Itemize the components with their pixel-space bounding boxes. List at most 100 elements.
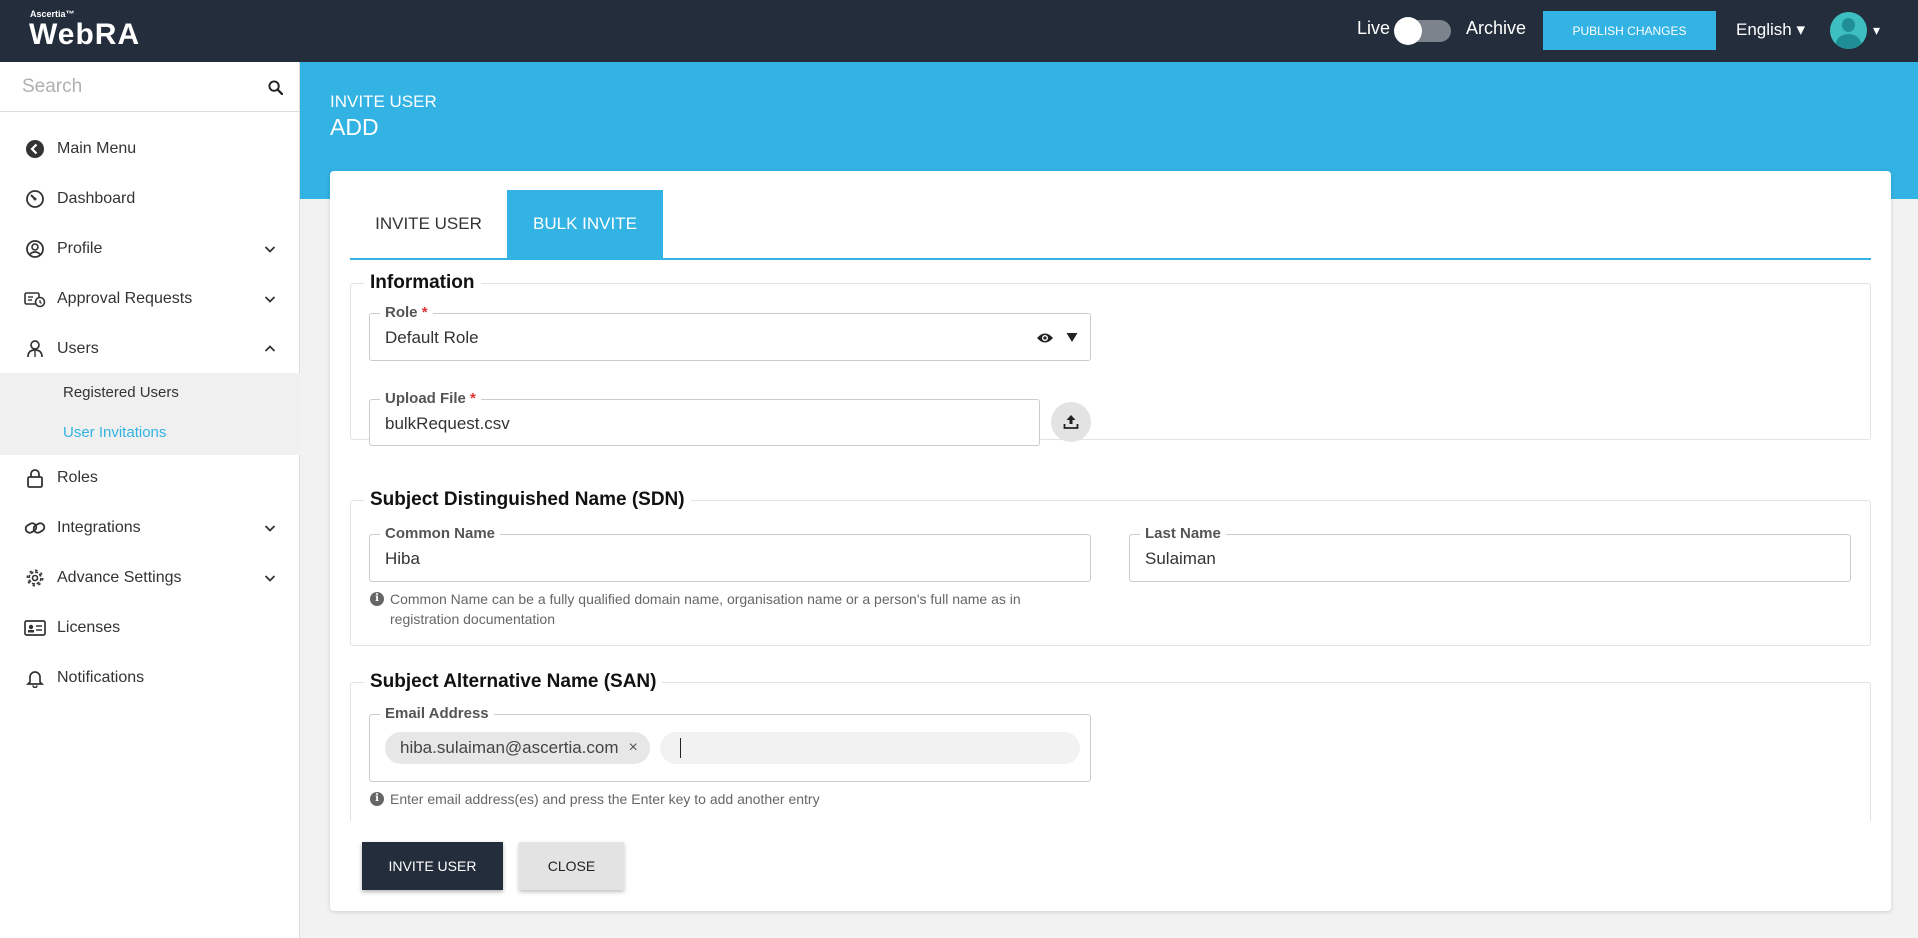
users-submenu: Registered Users User Invitations	[0, 373, 300, 455]
sidebar-item-integrations[interactable]: Integrations	[0, 503, 300, 553]
tab-bar: INVITE USER BULK INVITE	[350, 190, 1871, 260]
email-address-label: Email Address	[380, 705, 494, 722]
sidebar: Main Menu Dashboard Profile Approval Req…	[0, 62, 300, 938]
user-circle-icon	[24, 238, 46, 260]
sidebar-search	[0, 62, 300, 112]
last-name-field[interactable]: Last Name Sulaiman	[1129, 525, 1851, 582]
license-card-icon	[24, 617, 46, 639]
sidebar-item-profile[interactable]: Profile	[0, 224, 300, 274]
email-address-field[interactable]: Email Address hiba.sulaiman@ascertia.com…	[369, 705, 1091, 782]
sidebar-item-approval-requests[interactable]: Approval Requests	[0, 274, 300, 324]
upload-file-label: Upload File *	[380, 390, 481, 407]
sidebar-item-label: Notifications	[57, 669, 145, 686]
sidebar-item-label: Approval Requests	[57, 290, 193, 307]
top-bar: Ascertia™ WebRA Live Archive PUBLISH CHA…	[0, 0, 1918, 62]
search-icon[interactable]	[268, 80, 283, 95]
sidebar-item-users[interactable]: Users	[0, 324, 300, 374]
toggle-knob	[1394, 17, 1422, 45]
email-chip-text: hiba.sulaiman@ascertia.com	[400, 738, 619, 757]
sdn-section: Subject Distinguished Name (SDN) Common …	[350, 489, 1871, 646]
chevron-down-icon[interactable]	[263, 292, 277, 306]
role-select[interactable]: Role * Default Role	[369, 304, 1091, 361]
email-help: i Enter email address(es) and press the …	[370, 789, 1070, 809]
upload-file-value: bulkRequest.csv	[385, 414, 510, 433]
breadcrumb: INVITE USER	[330, 92, 437, 111]
lock-icon	[24, 467, 46, 489]
upload-icon	[1063, 415, 1079, 429]
required-marker: *	[421, 304, 428, 321]
chevron-up-icon[interactable]	[263, 342, 277, 356]
role-label: Role *	[380, 304, 433, 321]
information-section: Information Role * Default Role Upload F…	[350, 272, 1871, 446]
link-icon	[24, 517, 46, 539]
last-name-value: Sulaiman	[1145, 549, 1216, 568]
avatar-body	[1836, 34, 1861, 49]
info-icon: i	[370, 792, 384, 806]
caret-down-icon[interactable]	[1066, 332, 1078, 343]
sidebar-item-label: Advance Settings	[57, 569, 182, 586]
email-chip: hiba.sulaiman@ascertia.com ×	[385, 732, 650, 764]
help-text: Enter email address(es) and press the En…	[390, 791, 820, 807]
common-name-label: Common Name	[380, 525, 501, 542]
sidebar-subitem-registered-users[interactable]: Registered Users	[63, 384, 179, 401]
publish-changes-button[interactable]: PUBLISH CHANGES	[1543, 11, 1716, 50]
role-label-text: Role	[385, 304, 418, 321]
avatar-head	[1842, 18, 1855, 32]
sidebar-item-dashboard[interactable]: Dashboard	[0, 174, 300, 224]
invite-user-button[interactable]: INVITE USER	[362, 842, 503, 890]
sidebar-item-licenses[interactable]: Licenses	[0, 603, 300, 653]
common-name-value: Hiba	[385, 549, 420, 568]
help-text: Common Name can be a fully qualified dom…	[390, 591, 1021, 627]
page-title: ADD	[330, 114, 379, 140]
language-selector[interactable]: English ▾	[1736, 20, 1805, 40]
common-name-help: i Common Name can be a fully qualified d…	[370, 589, 1070, 629]
live-archive-toggle[interactable]	[1394, 17, 1451, 45]
upload-file-field[interactable]: Upload File * bulkRequest.csv	[369, 390, 1040, 446]
user-avatar[interactable]	[1830, 12, 1867, 49]
sidebar-item-notifications[interactable]: Notifications	[0, 653, 300, 703]
search-input[interactable]	[22, 73, 252, 101]
upload-button[interactable]	[1051, 402, 1091, 442]
sidebar-item-roles[interactable]: Roles	[0, 453, 300, 503]
chevron-down-icon[interactable]	[263, 521, 277, 535]
sidebar-item-label: Main Menu	[57, 140, 137, 157]
role-value: Default Role	[385, 328, 479, 347]
tab-bulk-invite[interactable]: BULK INVITE	[507, 190, 663, 258]
sidebar-item-advance-settings[interactable]: Advance Settings	[0, 553, 300, 603]
approval-requests-icon	[24, 288, 46, 310]
chevron-down-icon[interactable]	[263, 242, 277, 256]
app-logo[interactable]: WebRA	[29, 18, 140, 52]
users-icon	[24, 338, 46, 360]
upload-file-label-text: Upload File	[385, 390, 466, 407]
sidebar-item-label: Profile	[57, 240, 103, 257]
sidebar-item-label: Integrations	[57, 519, 141, 536]
close-icon[interactable]: ×	[629, 739, 638, 757]
archive-label: Archive	[1466, 18, 1527, 38]
invite-card: INVITE USER BULK INVITE Information Role…	[330, 171, 1891, 911]
tab-invite-user[interactable]: INVITE USER	[350, 190, 507, 258]
close-button[interactable]: CLOSE	[519, 842, 624, 890]
section-title: Information	[364, 272, 481, 294]
last-name-label: Last Name	[1140, 525, 1226, 542]
sidebar-item-label: Licenses	[57, 619, 121, 636]
required-marker: *	[470, 390, 476, 407]
section-title: Subject Alternative Name (SAN)	[364, 671, 663, 693]
form-scroll-area[interactable]: Information Role * Default Role Upload F…	[350, 260, 1871, 821]
san-section: Subject Alternative Name (SAN) Email Add…	[350, 671, 1871, 821]
dashboard-gauge-icon	[24, 188, 46, 210]
chevron-down-icon[interactable]	[263, 571, 277, 585]
gear-icon	[24, 567, 46, 589]
sidebar-item-label: Dashboard	[57, 190, 136, 207]
sidebar-item-label: Roles	[57, 469, 98, 486]
text-cursor	[680, 738, 681, 758]
back-circle-icon	[24, 138, 46, 160]
avatar-caret-icon[interactable]: ▾	[1873, 22, 1880, 39]
email-input[interactable]	[660, 732, 1080, 764]
sidebar-item-main-menu[interactable]: Main Menu	[0, 124, 300, 174]
section-title: Subject Distinguished Name (SDN)	[364, 489, 691, 511]
bell-icon	[24, 667, 46, 689]
eye-icon[interactable]	[1036, 332, 1054, 344]
common-name-field[interactable]: Common Name Hiba	[369, 525, 1091, 582]
sidebar-item-label: Users	[57, 340, 99, 357]
sidebar-subitem-user-invitations[interactable]: User Invitations	[63, 424, 166, 441]
